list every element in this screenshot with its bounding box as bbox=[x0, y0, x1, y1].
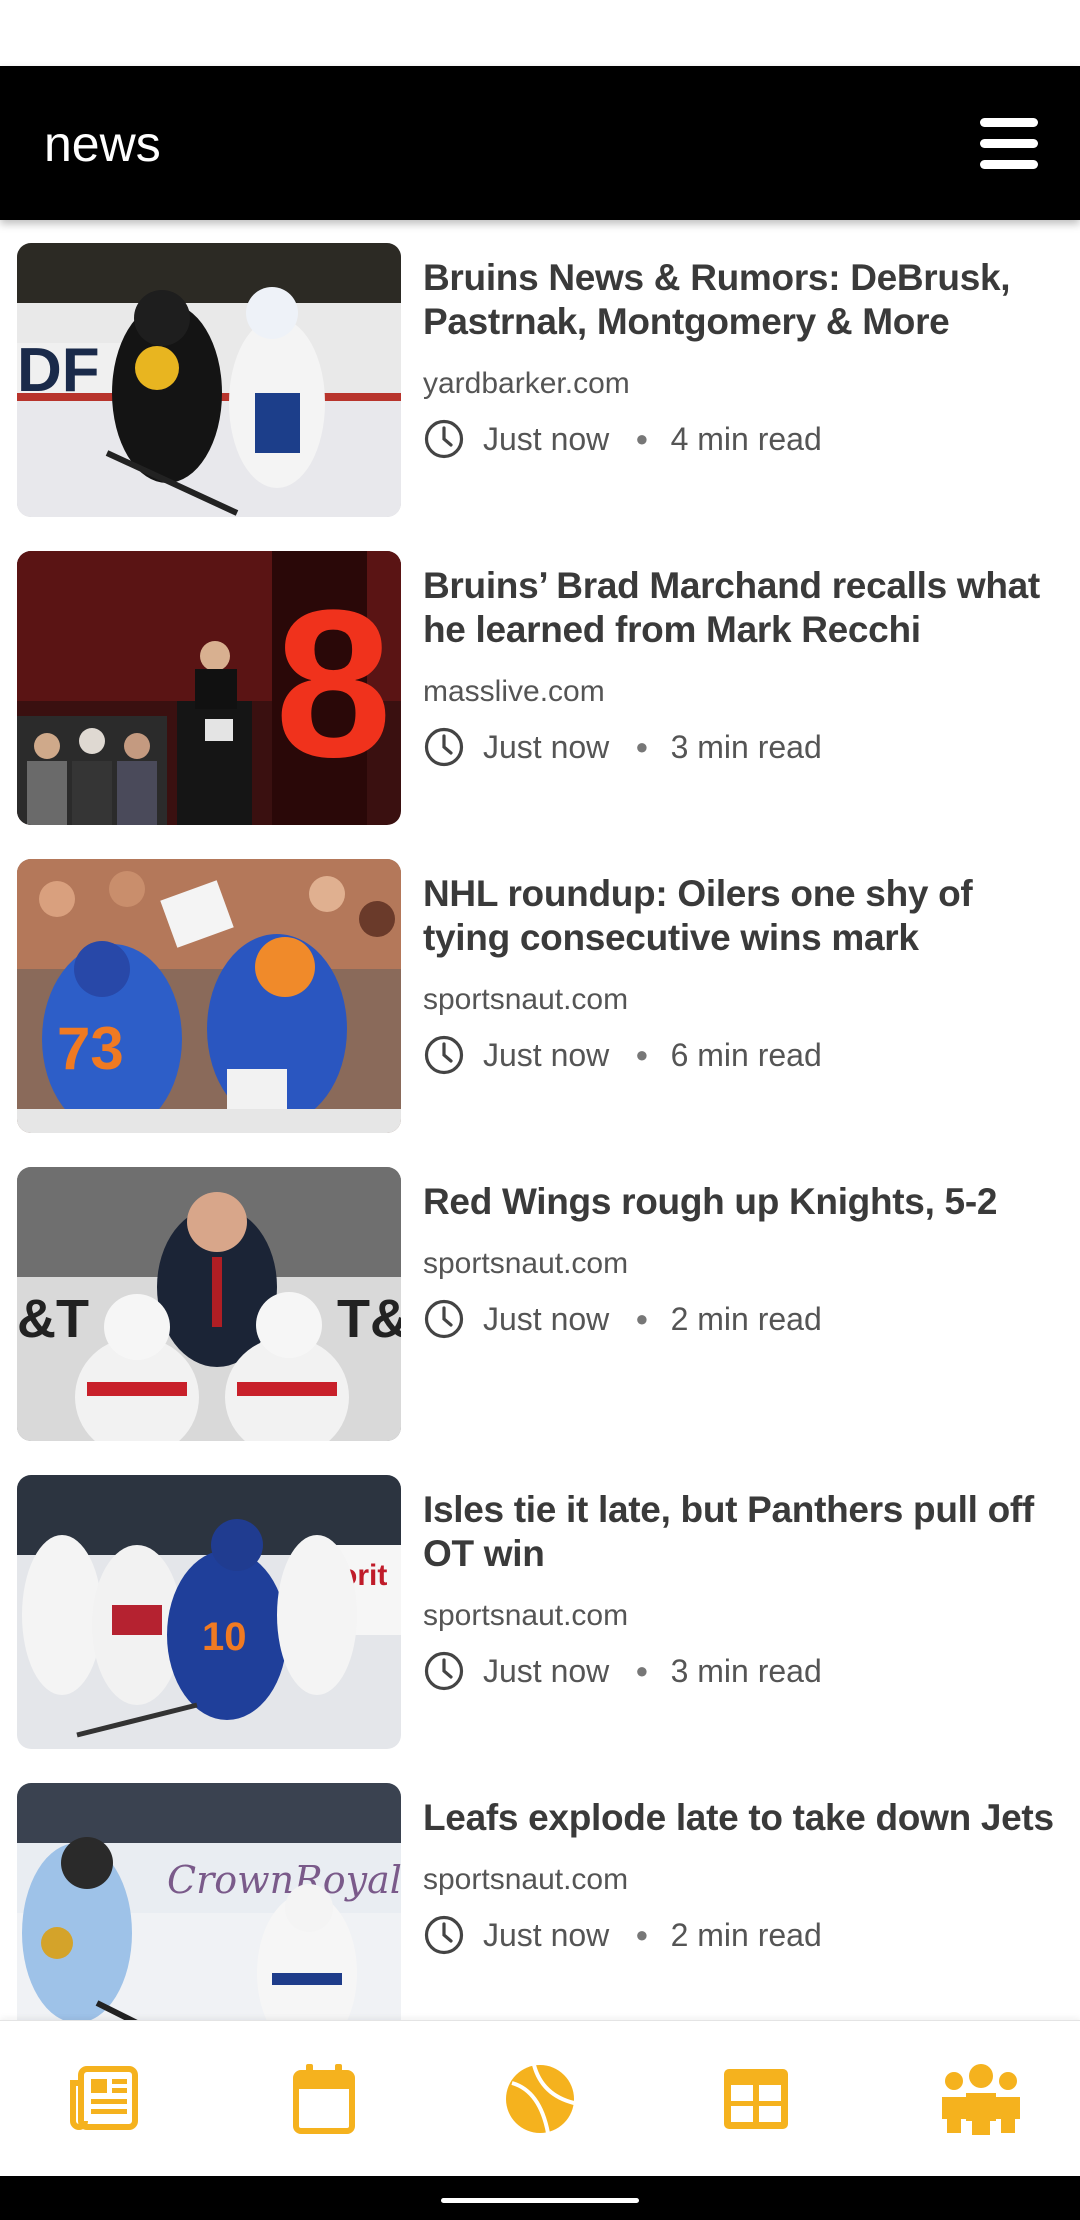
svg-text:CrownRoyal: CrownRoyal bbox=[167, 1858, 401, 1902]
ball-icon bbox=[506, 2064, 575, 2134]
clock-icon bbox=[424, 1035, 464, 1075]
article-meta: Just now ● 3 min read bbox=[423, 725, 822, 769]
separator-dot: ● bbox=[635, 1658, 649, 1683]
team-icon bbox=[942, 2064, 1020, 2135]
article-thumbnail[interactable]: DF bbox=[17, 243, 401, 517]
nav-standings[interactable] bbox=[716, 2061, 796, 2137]
article-read-time: 3 min read bbox=[670, 728, 822, 765]
article-card[interactable]: CrownRoyal Leafs explode late to take do… bbox=[0, 1760, 1080, 2020]
article-headline[interactable]: Bruins News & Rumors: DeBrusk, Pastrnak,… bbox=[423, 256, 1063, 344]
bottom-navigation bbox=[0, 2020, 1080, 2177]
article-source: masslive.com bbox=[423, 675, 605, 708]
article-card[interactable]: DF Bruins News & Rumors: DeBrusk, Pastrn… bbox=[0, 220, 1080, 517]
clock-icon bbox=[424, 1915, 464, 1955]
article-source: yardbarker.com bbox=[423, 367, 630, 400]
article-headline[interactable]: NHL roundup: Oilers one shy of tying con… bbox=[423, 872, 1063, 960]
system-gesture-bar bbox=[0, 2176, 1080, 2220]
svg-text:8: 8 bbox=[275, 566, 392, 801]
news-feed[interactable]: DF Bruins News & Rumors: DeBrusk, Pastrn… bbox=[0, 220, 1080, 2020]
news-icon bbox=[70, 2066, 138, 2130]
article-thumbnail[interactable]: 73 bbox=[17, 859, 401, 1133]
clock-icon bbox=[424, 1651, 464, 1691]
nav-news[interactable] bbox=[67, 2061, 147, 2137]
clock-icon bbox=[424, 419, 464, 459]
article-meta: Just now ● 2 min read bbox=[423, 1297, 822, 1341]
article-headline[interactable]: Red Wings rough up Knights, 5-2 bbox=[423, 1180, 1063, 1224]
article-card[interactable]: 73 NHL roundup: Oilers one shy of tying … bbox=[0, 836, 1080, 1133]
article-read-time: 4 min read bbox=[670, 420, 822, 457]
svg-text:73: 73 bbox=[57, 1015, 124, 1082]
article-meta: Just now ● 2 min read bbox=[423, 1913, 822, 1957]
calendar-icon bbox=[293, 2064, 355, 2134]
article-thumbnail[interactable]: CrownRoyal bbox=[17, 1783, 401, 2020]
article-time: Just now bbox=[483, 1652, 610, 1689]
hamburger-line bbox=[980, 160, 1038, 169]
article-source: sportsnaut.com bbox=[423, 983, 629, 1016]
grid-icon bbox=[724, 2069, 788, 2129]
separator-dot: ● bbox=[635, 426, 649, 451]
article-time: Just now bbox=[483, 1036, 610, 1073]
article-thumbnail[interactable]: &T T&T bbox=[17, 1167, 401, 1441]
article-time: Just now bbox=[483, 728, 610, 765]
separator-dot: ● bbox=[635, 734, 649, 759]
home-gesture-handle[interactable] bbox=[441, 2198, 639, 2203]
clock-icon bbox=[424, 1299, 464, 1339]
article-meta: Just now ● 6 min read bbox=[423, 1033, 822, 1077]
article-source: sportsnaut.com bbox=[423, 1863, 629, 1896]
nav-schedule[interactable] bbox=[284, 2061, 364, 2137]
page-title: news bbox=[44, 116, 161, 172]
nav-team[interactable] bbox=[938, 2061, 1024, 2137]
article-time: Just now bbox=[483, 1916, 610, 1953]
article-read-time: 6 min read bbox=[670, 1036, 822, 1073]
svg-text:&T: &T bbox=[17, 1289, 89, 1349]
nav-scores[interactable] bbox=[500, 2061, 580, 2137]
article-thumbnail[interactable]: orit 10 bbox=[17, 1475, 401, 1749]
separator-dot: ● bbox=[635, 1922, 649, 1947]
clock-icon bbox=[424, 727, 464, 767]
article-card[interactable]: orit 10 Isles tie it late, but Panthers … bbox=[0, 1452, 1080, 1749]
article-source: sportsnaut.com bbox=[423, 1599, 629, 1632]
article-read-time: 3 min read bbox=[670, 1652, 822, 1689]
article-headline[interactable]: Isles tie it late, but Panthers pull off… bbox=[423, 1488, 1063, 1576]
article-time: Just now bbox=[483, 420, 610, 457]
hamburger-line bbox=[980, 139, 1038, 148]
article-source: sportsnaut.com bbox=[423, 1247, 629, 1280]
separator-dot: ● bbox=[635, 1306, 649, 1331]
menu-button[interactable] bbox=[976, 114, 1042, 174]
article-meta: Just now ● 4 min read bbox=[423, 417, 822, 461]
separator-dot: ● bbox=[635, 1042, 649, 1067]
article-meta: Just now ● 3 min read bbox=[423, 1649, 822, 1693]
app-header: news bbox=[0, 66, 1080, 220]
article-read-time: 2 min read bbox=[670, 1916, 822, 1953]
svg-text:T&T: T&T bbox=[337, 1289, 401, 1349]
article-card[interactable]: 8 Bruins’ Brad Marchand recalls what he … bbox=[0, 528, 1080, 825]
article-card[interactable]: &T T&T Red Wings rough up Knights, 5-2 s… bbox=[0, 1144, 1080, 1441]
article-thumbnail[interactable]: 8 bbox=[17, 551, 401, 825]
hamburger-line bbox=[980, 118, 1038, 127]
article-headline[interactable]: Leafs explode late to take down Jets bbox=[423, 1796, 1063, 1840]
article-time: Just now bbox=[483, 1300, 610, 1337]
article-headline[interactable]: Bruins’ Brad Marchand recalls what he le… bbox=[423, 564, 1063, 652]
article-read-time: 2 min read bbox=[670, 1300, 822, 1337]
svg-text:10: 10 bbox=[202, 1615, 247, 1659]
status-bar bbox=[0, 0, 1080, 66]
